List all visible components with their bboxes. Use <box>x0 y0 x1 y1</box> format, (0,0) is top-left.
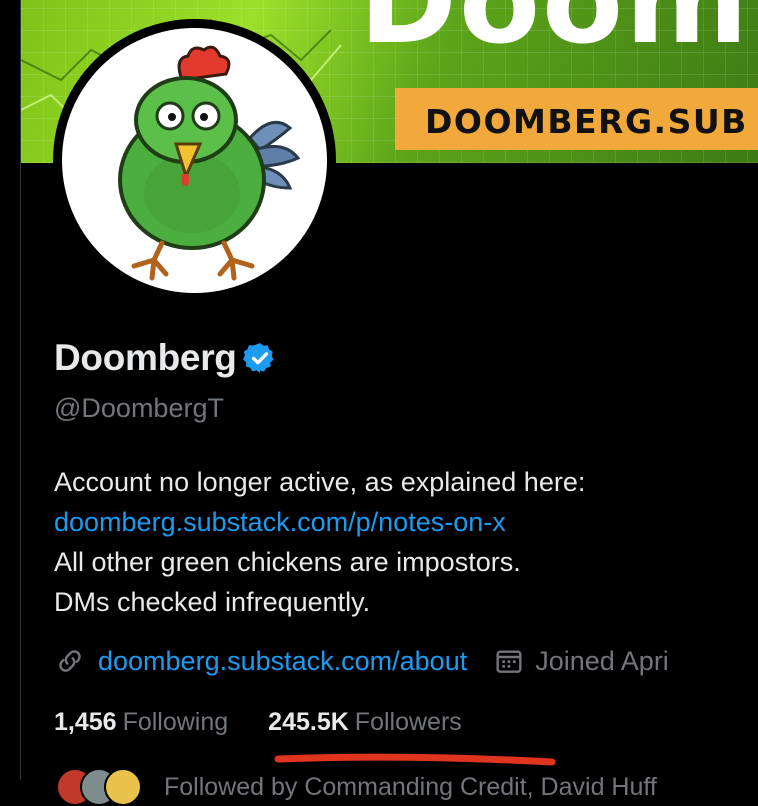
following-count: 1,456 <box>54 708 117 736</box>
banner-strip: DOOMBERG.SUB <box>395 88 758 150</box>
joined-date: Joined Apri <box>535 645 669 676</box>
avatar <box>104 768 142 806</box>
profile-handle: @DoombergT <box>54 393 224 423</box>
follow-stats: 1,456 Following 245.5K Followers <box>54 708 462 737</box>
followers-count: 245.5K <box>268 708 349 736</box>
following-label: Following <box>122 708 229 736</box>
green-chicken-icon <box>118 45 301 281</box>
banner-strip-text: DOOMBERG.SUB <box>425 102 748 141</box>
followed-by-row[interactable]: Followed by Commanding Credit, David Huf… <box>56 768 657 806</box>
avatar[interactable] <box>53 19 336 302</box>
following-stat[interactable]: 1,456 Following <box>54 708 228 737</box>
link-icon <box>59 650 81 672</box>
followers-stat[interactable]: 245.5K Followers <box>268 708 462 737</box>
bio-line: DMs checked infrequently. <box>54 587 371 617</box>
bio-link[interactable]: doomberg.substack.com/p/notes-on-x <box>54 502 585 542</box>
profile-name-row: Doomberg <box>54 337 277 379</box>
verified-badge-icon[interactable] <box>242 341 277 375</box>
calendar-icon <box>496 650 522 673</box>
avatar-image <box>62 28 327 293</box>
bio-line: All other green chickens are impostors. <box>54 547 521 577</box>
display-name: Doomberg <box>54 337 237 378</box>
profile-bio: Account no longer active, as explained h… <box>54 462 585 622</box>
followers-label: Followers <box>354 708 462 736</box>
banner-title: Doom <box>359 0 751 70</box>
website-link[interactable]: doomberg.substack.com/about <box>98 646 467 677</box>
followed-by-text: Followed by Commanding Credit, David Huf… <box>164 772 657 801</box>
bio-line: Account no longer active, as explained h… <box>54 467 586 497</box>
profile-meta-row: doomberg.substack.com/about Joined Apri <box>54 645 669 677</box>
